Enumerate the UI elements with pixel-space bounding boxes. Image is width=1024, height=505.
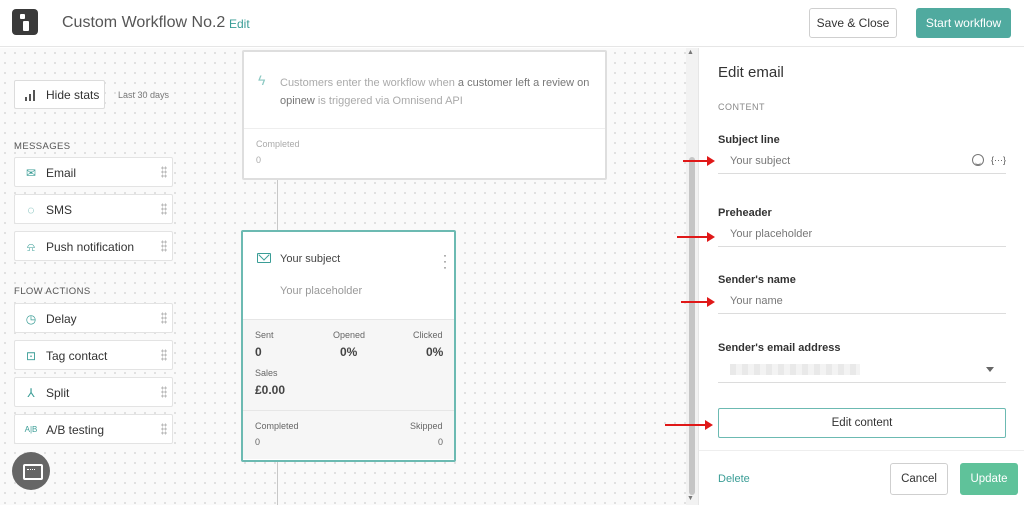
trigger-node[interactable]: ϟ Customers enter the workflow when a cu… xyxy=(242,50,607,180)
more-options-icon[interactable]: · · · xyxy=(443,249,447,273)
sales-value: £0.00 xyxy=(255,383,286,397)
preheader-label: Preheader xyxy=(718,207,772,219)
hide-stats-button[interactable]: Hide stats xyxy=(14,80,105,109)
drag-handle-icon[interactable] xyxy=(161,312,167,324)
sender-email-label: Sender's email address xyxy=(718,342,841,354)
chevron-down-icon xyxy=(986,367,994,372)
emoji-icon[interactable] xyxy=(972,154,984,166)
palette-item-split[interactable]: ⅄ Split xyxy=(14,377,173,407)
top-bar: Custom Workflow No.2 Edit Save & Close S… xyxy=(0,0,1024,47)
drag-handle-icon[interactable] xyxy=(161,166,167,178)
envelope-icon xyxy=(257,253,271,263)
personalization-icon[interactable]: {···} xyxy=(991,155,1006,165)
sent-value: 0 xyxy=(255,345,262,359)
sender-name-label: Sender's name xyxy=(718,274,796,286)
completed-value: 0 xyxy=(255,437,261,447)
annotation-arrow xyxy=(677,232,715,242)
palette-item-ab-testing[interactable]: A|B A/B testing xyxy=(14,414,173,444)
flow-connector xyxy=(277,462,278,505)
palette-item-tag-contact[interactable]: ⊡ Tag contact xyxy=(14,340,173,370)
email-node[interactable]: Your subject · · · Your placeholder Sent 0… xyxy=(241,230,456,462)
trigger-description: Customers enter the workflow when a cust… xyxy=(280,77,590,107)
bell-icon: ⍾ xyxy=(27,240,35,254)
cancel-button[interactable]: Cancel xyxy=(890,463,948,495)
trigger-completed-label: Completed xyxy=(256,139,300,149)
clicked-value: 0% xyxy=(426,345,444,359)
canvas-scrollbar-thumb[interactable] xyxy=(689,157,695,495)
palette-item-label: SMS xyxy=(46,203,73,217)
stats-period-label: Last 30 days xyxy=(118,90,170,100)
workflow-title: Custom Workflow No.2 xyxy=(62,14,226,31)
drag-handle-icon[interactable] xyxy=(161,349,167,361)
edit-content-button[interactable]: Edit content xyxy=(718,408,1006,438)
palette-item-email[interactable]: ✉ Email xyxy=(14,157,173,187)
drag-handle-icon[interactable] xyxy=(161,423,167,435)
palette-item-label: A/B testing xyxy=(46,423,105,437)
split-icon: ⅄ xyxy=(27,386,35,400)
edit-title-link[interactable]: Edit xyxy=(229,17,250,31)
update-button[interactable]: Update xyxy=(960,463,1018,495)
envelope-icon: ✉ xyxy=(25,166,37,180)
trigger-completed-value: 0 xyxy=(256,155,262,165)
subject-line-input[interactable] xyxy=(718,148,1006,174)
panel-title: Edit email xyxy=(718,64,784,81)
clock-icon: ◷ xyxy=(25,312,37,326)
preheader-input[interactable] xyxy=(718,221,1006,247)
delete-link[interactable]: Delete xyxy=(718,473,750,485)
annotation-arrow xyxy=(665,420,713,430)
palette-item-label: Push notification xyxy=(46,240,135,254)
annotation-arrow xyxy=(683,156,715,166)
sms-icon: ◌ xyxy=(27,203,35,217)
start-workflow-button[interactable]: Start workflow xyxy=(916,8,1011,38)
sent-label: Sent xyxy=(255,330,274,340)
annotation-arrow xyxy=(681,297,715,307)
ab-test-icon: A|B xyxy=(24,425,38,434)
palette-item-sms[interactable]: ◌ SMS xyxy=(14,194,173,224)
content-section-heading: CONTENT xyxy=(718,102,765,112)
flow-actions-heading: FLOW ACTIONS xyxy=(14,286,91,297)
drag-handle-icon[interactable] xyxy=(161,386,167,398)
email-node-subject: Your subject xyxy=(280,253,341,265)
drag-handle-icon[interactable] xyxy=(161,203,167,215)
palette-item-delay[interactable]: ◷ Delay xyxy=(14,303,173,333)
palette-item-label: Email xyxy=(46,166,77,180)
omnisend-logo-icon[interactable] xyxy=(12,9,38,35)
palette-item-label: Tag contact xyxy=(46,349,108,363)
sales-label: Sales xyxy=(255,368,278,378)
scroll-up-icon[interactable]: ▲ xyxy=(687,49,694,56)
hide-stats-label: Hide stats xyxy=(46,88,100,102)
edit-email-panel: Edit email CONTENT Subject line {···} Pr… xyxy=(698,48,1024,505)
drag-handle-icon[interactable] xyxy=(161,240,167,252)
clicked-label: Clicked xyxy=(413,330,443,340)
flow-connector xyxy=(277,180,278,230)
completed-label: Completed xyxy=(255,421,299,431)
email-node-preheader: Your placeholder xyxy=(280,285,363,297)
skipped-value: 0 xyxy=(438,437,444,447)
scroll-down-icon[interactable]: ▼ xyxy=(687,495,694,502)
save-close-button[interactable]: Save & Close xyxy=(809,8,897,38)
subject-line-label: Subject line xyxy=(718,134,780,146)
tag-contact-icon: ⊡ xyxy=(25,349,37,363)
chat-support-icon[interactable] xyxy=(12,452,50,490)
palette-item-label: Delay xyxy=(46,312,77,326)
sender-email-select[interactable] xyxy=(718,357,1006,383)
blurred-email-value xyxy=(730,364,860,375)
palette-item-push-notification[interactable]: ⍾ Push notification xyxy=(14,231,173,261)
opened-value: 0% xyxy=(340,345,358,359)
email-node-stats: Sent 0 Opened 0% Clicked 0% Sales £0.00 … xyxy=(243,319,454,459)
palette-item-label: Split xyxy=(46,386,70,400)
stats-bars-icon xyxy=(25,90,37,101)
messages-heading: MESSAGES xyxy=(14,141,71,152)
lightning-icon: ϟ xyxy=(258,72,266,88)
sender-name-input[interactable] xyxy=(718,288,1006,314)
opened-label: Opened xyxy=(333,330,366,340)
skipped-label: Skipped xyxy=(410,421,443,431)
